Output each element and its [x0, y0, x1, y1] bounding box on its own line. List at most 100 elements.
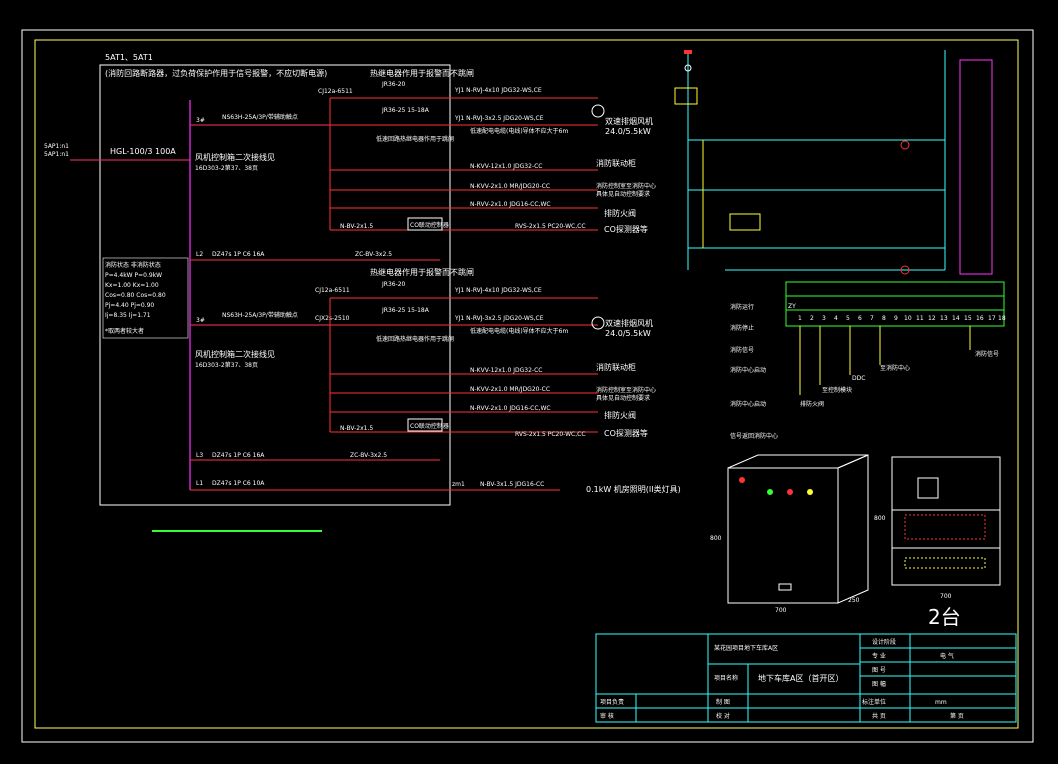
relay-note: 热继电器作用于报警而不跳闸 — [370, 68, 474, 78]
breaker-label: NS63H-25A/3P/带辅助触点 — [222, 113, 298, 121]
thermal-label: JR36-20 — [381, 81, 406, 88]
contactor-label: CJ12a-6511 — [318, 88, 353, 95]
incoming-label-2: 5AP1:n1 — [44, 151, 69, 158]
feeder-label: YJ1 N-RVJ-4x10 JDG32-WS,CE — [454, 287, 542, 294]
signal-label: N-RVV-2x1.0 JDG16-CC,WC — [470, 405, 551, 412]
thermal2-label: JR36-25 15-18A — [381, 307, 430, 314]
terminal-number: 1 — [798, 315, 802, 322]
terminal-callout: 至消防中心 — [880, 364, 910, 372]
load-label: 0.1kW 机房照明(II类灯具) — [586, 484, 681, 494]
unit: mm — [935, 699, 947, 706]
cabinet-dim: 800 — [710, 535, 722, 542]
cabinet-dim: 700 — [775, 607, 787, 614]
contactor-label: CJX2s-2510 — [315, 315, 350, 322]
inner-frame — [34, 39, 1019, 729]
terminal-number: 16 — [976, 315, 984, 322]
fire-label: CO探测器等 — [604, 428, 648, 438]
group-2-note-2: 16D303-2第37、38页 — [195, 361, 258, 369]
breaker-label: DZ47s 1P C6 16A — [212, 452, 265, 459]
legend-label: 消防运行 — [730, 303, 754, 311]
relay-note: 热继电器作用于报警而不跳闸 — [370, 267, 474, 277]
terminal-number: 7 — [870, 315, 874, 322]
feeder-label: YJ1 N-RVJ-4x10 JDG32-WS,CE — [454, 87, 542, 94]
terminal-number: 15 — [964, 315, 972, 322]
feeder-note: 低速配电电缆(电线)导体不应大于6m — [470, 127, 568, 135]
project-name: 地下车库A区（首开区） — [758, 673, 843, 683]
contact-legend: 消防运行 消防停止 消防信号 消防中心启动 消防中心启动 信号返回消防中心 — [730, 303, 778, 440]
fire-label: 具体见自动控制要求 — [596, 394, 650, 402]
feeder-note: 低速配电电缆(电线)导体不应大于6m — [470, 327, 568, 335]
design-stage-label: 设计阶段 — [872, 638, 896, 646]
terminal-number: 6 — [858, 315, 862, 322]
manager-label: 项目负责 — [600, 698, 624, 706]
terminal-number: 2 — [810, 315, 814, 322]
discipline: 电 气 — [940, 652, 954, 660]
discipline-label: 专 业 — [872, 652, 886, 660]
legend-label: 消防中心启动 — [730, 366, 766, 374]
signal-label: N-KVV-12x1.0 JDG32-CC — [470, 367, 542, 374]
power-label: 24.0/5.5kW — [605, 127, 651, 136]
group-2-note: 风机控制箱二次接线见 — [195, 349, 275, 359]
breaker-label: DZ47s 1P C6 16A — [212, 251, 265, 258]
terminal-number: 3 — [822, 315, 826, 322]
circuit-note: 低速回路热继电器作用于跳闸 — [376, 335, 454, 343]
circuit-id: L2 — [196, 251, 203, 258]
thermal-label: JR36-20 — [381, 281, 406, 288]
incoming-label: 5AP1:n1 — [44, 143, 69, 150]
terminal-callout: 至控制模块 — [822, 386, 852, 394]
fire-label: 排防火阀 — [604, 208, 636, 218]
draw-label: 制 图 — [716, 698, 730, 706]
legend-label: 消防停止 — [730, 324, 754, 332]
feeder-id: zm1 — [452, 481, 465, 488]
project-title: 某花园项目地下车库A区 — [714, 644, 778, 652]
project-name-label: 项目名称 — [714, 674, 738, 682]
page-label: 第 页 — [950, 712, 964, 720]
signal-label: N-BV-2x1.5 — [340, 425, 373, 432]
controller-label: CO联动控制器 — [410, 221, 449, 229]
signal-label: N-KVV-2x1.0 MR/JDG20-CC — [470, 183, 550, 190]
total-label: 共 页 — [872, 712, 886, 720]
terminal-number: 9 — [894, 315, 898, 322]
terminal-number: 8 — [882, 315, 886, 322]
control-schematic — [674, 50, 993, 275]
controller-label: CO联动控制器 — [410, 422, 449, 430]
title-block: 某花园项目地下车库A区 项目名称 地下车库A区（首开区） 设计阶段 专 业 电 … — [595, 633, 1017, 723]
circuit-id: L1 — [196, 480, 203, 487]
cabinet-dim: 250 — [848, 597, 860, 604]
circuit-id: 3# — [196, 117, 205, 124]
feeder-label: YJ1 N-RVJ-3x2.5 JDG20-WS,CE — [454, 315, 544, 322]
status-note: *取两者较大者 — [105, 327, 144, 335]
contactor-label: CJ12a-6511 — [315, 287, 350, 294]
legend-label: 消防中心启动 — [730, 400, 766, 408]
signal-label: N-KVV-12x1.0 JDG32-CC — [470, 163, 542, 170]
status-title: 消防状态 非消防状态 — [105, 261, 161, 269]
feeder-label: ZC-BV-3x2.5 — [350, 452, 387, 459]
thermal2-label: JR36-25 15-18A — [381, 107, 430, 114]
terminal-number: 17 — [988, 315, 996, 322]
circuit-id: L3 — [196, 452, 203, 459]
circuit-group-1: 3# NS63H-25A/3P/带辅助触点 CJ12a-6511 热继电器作用于… — [190, 68, 656, 261]
fire-label: 消防控制室至消防中心 — [596, 182, 656, 190]
status-row: Kx=1.00 Kx=1.00 — [105, 282, 159, 289]
status-row: Pj=4.40 Pj=0.90 — [105, 302, 154, 309]
status-row: P=4.4kW P=0.9kW — [105, 272, 162, 279]
main-breaker: HGL-100/3 100A — [110, 147, 176, 156]
group-1-note: 风机控制箱二次接线见 — [195, 152, 275, 162]
fire-label: 消防控制室至消防中心 — [596, 386, 656, 394]
terminal-strip: ZY 1 2 3 4 5 6 7 8 9 10 11 12 13 14 15 1… — [785, 281, 1006, 408]
signal-label: RVS-2x1.5 PC20-WC,CC — [515, 431, 586, 438]
signal-label: N-BV-2x1.5 — [340, 223, 373, 230]
drawing-no-label: 图 号 — [872, 667, 886, 674]
feeder-label: YJ1 N-RVJ-3x2.5 JDG20-WS,CE — [454, 115, 544, 122]
status-row: Cos=0.80 Cos=0.80 — [105, 292, 166, 299]
verify-label: 校 对 — [716, 712, 730, 720]
power-label: 24.0/5.5kW — [605, 329, 651, 338]
group-1-note-2: 16D303-2第37、38页 — [195, 164, 258, 172]
terminal-number: 10 — [904, 315, 912, 322]
drawing-label: 图 幅 — [872, 680, 886, 688]
legend-label: 消防信号 — [730, 346, 754, 354]
load-label: 双速排烟风机 — [605, 318, 653, 328]
load-label: 双速排烟风机 — [605, 116, 653, 126]
terminal-number: 12 — [928, 315, 936, 322]
circuit-group-2: 热继电器作用于报警而不跳闸 3# NS63H-25A/3P/带辅助触点 CJ12… — [190, 267, 681, 494]
